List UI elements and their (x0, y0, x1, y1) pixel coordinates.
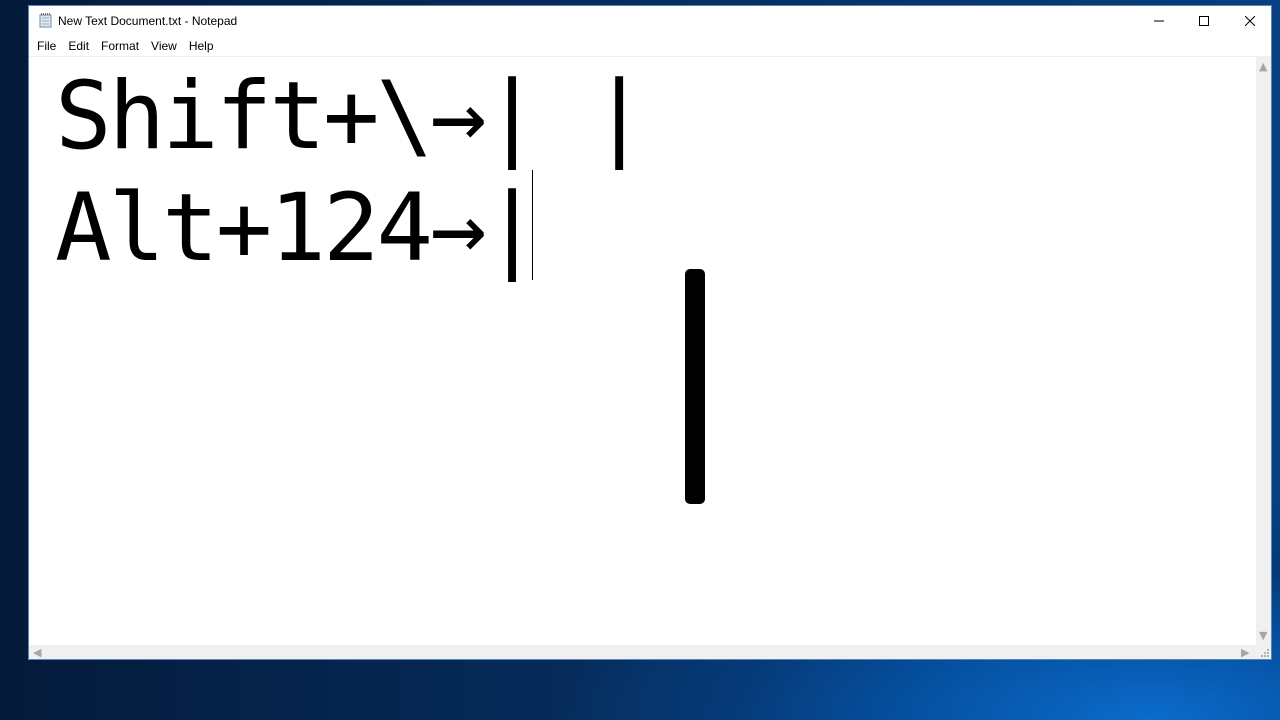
title-bar[interactable]: New Text Document.txt - Notepad (29, 6, 1271, 36)
maximize-button[interactable] (1181, 6, 1227, 36)
maximize-icon (1199, 16, 1209, 26)
close-icon (1245, 16, 1255, 26)
resize-grip-icon (1261, 649, 1269, 657)
text-editor[interactable]: Shift+\→| | Alt+124→| (29, 57, 1256, 645)
notepad-window: New Text Document.txt - Notepad File Edi… (28, 5, 1272, 660)
resize-grip[interactable] (1256, 645, 1271, 659)
horizontal-scrollbar[interactable]: ◀ ▶ (29, 645, 1256, 659)
scroll-down-icon[interactable]: ▼ (1259, 630, 1267, 641)
minimize-button[interactable] (1136, 6, 1182, 36)
close-button[interactable] (1227, 6, 1273, 36)
notepad-icon (39, 13, 52, 28)
menu-bar: File Edit Format View Help (29, 36, 1271, 57)
scroll-up-icon[interactable]: ▲ (1259, 61, 1267, 72)
minimize-icon (1154, 20, 1164, 22)
menu-edit[interactable]: Edit (62, 36, 95, 56)
ibeam-cursor-icon (508, 235, 515, 248)
menu-view[interactable]: View (145, 36, 183, 56)
menu-file[interactable]: File (31, 36, 62, 56)
text-caret (532, 170, 533, 280)
menu-help[interactable]: Help (183, 36, 220, 56)
vertical-scrollbar[interactable]: ▲ ▼ (1256, 57, 1271, 645)
editor-line-1: Shift+\→| | (55, 62, 648, 171)
large-pipe-symbol (685, 269, 705, 504)
scroll-left-icon[interactable]: ◀ (33, 647, 41, 658)
scroll-right-icon[interactable]: ▶ (1241, 647, 1249, 658)
window-title: New Text Document.txt - Notepad (58, 14, 238, 28)
editor-line-2: Alt+124→| (55, 174, 591, 283)
menu-format[interactable]: Format (95, 36, 145, 56)
